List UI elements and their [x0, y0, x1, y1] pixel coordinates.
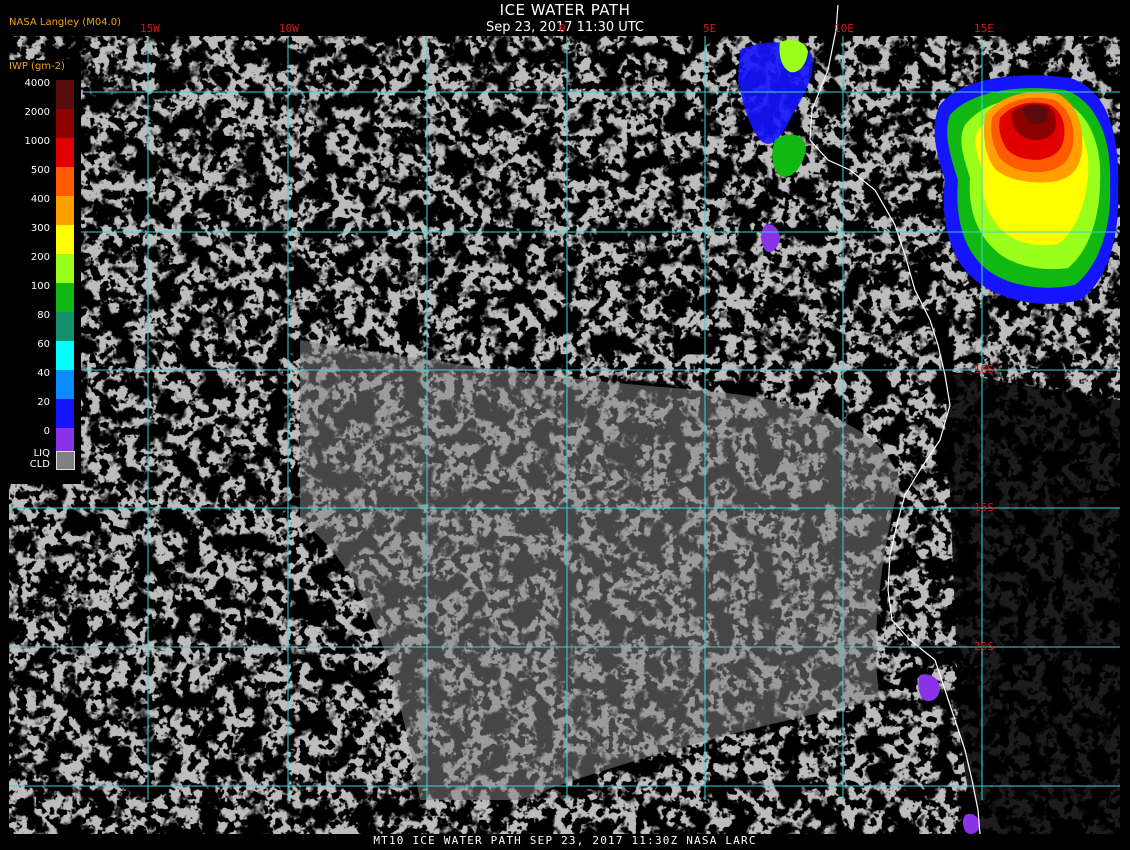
legend-swatch — [56, 254, 74, 283]
legend-label: 20 — [37, 397, 50, 408]
source-label: NASA Langley (M04.0) — [9, 17, 121, 28]
lon-label-0: 0 — [559, 22, 566, 35]
lat-label-10s: 10S — [974, 363, 994, 376]
legend-label: 500 — [30, 165, 50, 176]
legend-swatch — [56, 370, 74, 399]
lat-label-20s: 20S — [974, 640, 994, 653]
lon-label-5e: 5E — [703, 22, 717, 35]
legend-swatch — [56, 109, 74, 138]
legend-label: 40 — [37, 368, 50, 379]
liquid-cloud-label-1: LIQ — [33, 448, 50, 459]
color-legend: IWP (gm-2) 4000 2000 1000 500 400 300 200 100 80… — [9, 60, 81, 484]
legend-label: 300 — [30, 223, 50, 234]
legend-label: 80 — [37, 310, 50, 321]
legend-swatch — [56, 225, 74, 254]
legend-title: IWP (gm-2) — [9, 61, 65, 72]
legend-label: 1000 — [24, 136, 50, 147]
footer-caption: MT10 ICE WATER PATH SEP 23, 2017 11:30Z … — [373, 834, 757, 847]
legend-swatch — [56, 80, 74, 109]
map-title: ICE WATER PATH — [499, 1, 631, 19]
legend-label: 2000 — [24, 107, 50, 118]
legend-label: 60 — [37, 339, 50, 350]
liquid-cloud-label-2: CLD — [29, 459, 50, 470]
legend-swatch — [56, 312, 74, 341]
legend-swatch — [56, 341, 74, 370]
legend-swatch — [56, 138, 74, 167]
legend-swatch — [56, 167, 74, 196]
legend-label: 400 — [30, 194, 50, 205]
lon-label-15w: 15W — [140, 22, 160, 35]
lon-label-10w: 10W — [279, 22, 299, 35]
lat-label-15s: 15S — [974, 501, 994, 514]
lon-label-10e: 10E — [834, 22, 854, 35]
liquid-cloud-swatch — [56, 451, 75, 470]
legend-swatch — [56, 399, 74, 428]
legend-label: 0 — [43, 426, 50, 437]
satellite-map — [9, 4, 1120, 835]
legend-label: 4000 — [24, 78, 50, 89]
legend-swatch — [56, 283, 74, 312]
legend-label: 100 — [30, 281, 50, 292]
lon-label-15e: 15E — [974, 22, 994, 35]
legend-swatch — [56, 196, 74, 225]
legend-label: 200 — [30, 252, 50, 263]
